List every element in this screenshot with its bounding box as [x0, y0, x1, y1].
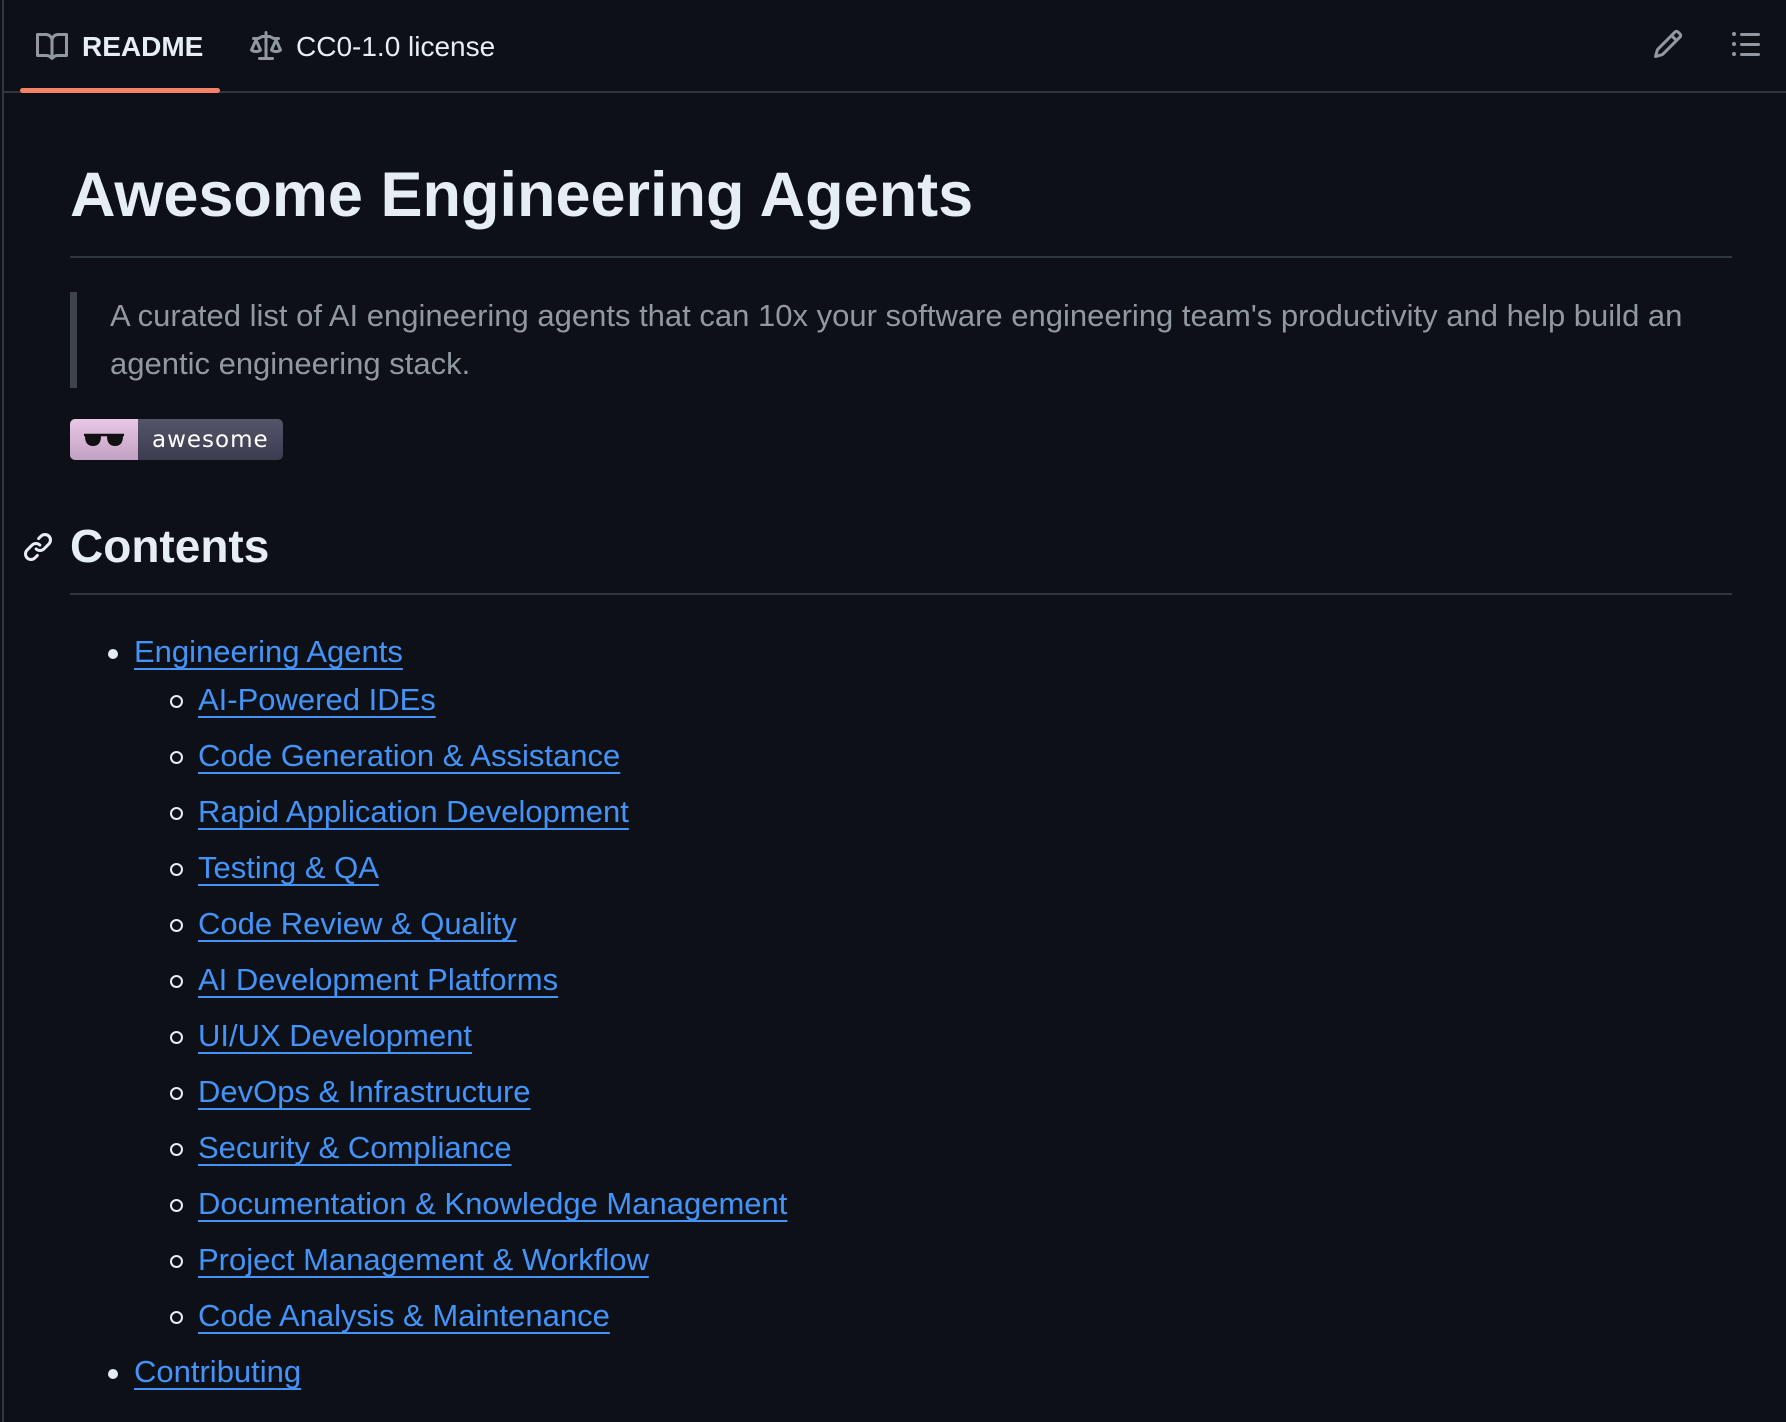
description-blockquote: A curated list of AI engineering agents …: [70, 292, 1732, 388]
toc-subitem: Code Review & Quality: [134, 900, 1670, 948]
tab-license-label: CC0-1.0 license: [296, 30, 496, 62]
toc-link-security[interactable]: Security & Compliance: [198, 1130, 512, 1165]
edit-file-button[interactable]: [1648, 26, 1688, 66]
tab-readme[interactable]: README: [36, 0, 203, 93]
toc-subitem: AI-Powered IDEs: [134, 676, 1670, 724]
toc-subitem: Rapid Application Development: [134, 788, 1670, 836]
list-unordered-icon: [1730, 28, 1762, 65]
toc-subitem: AI Development Platforms: [134, 956, 1670, 1004]
toc-subitem: UI/UX Development: [134, 1012, 1670, 1060]
toc-item-contributing: Contributing: [70, 1348, 1670, 1396]
toc-subitem: Project Management & Workflow: [134, 1236, 1670, 1284]
link-icon: [22, 532, 54, 567]
toc-subitem: Security & Compliance: [134, 1124, 1670, 1172]
contents-anchor-link[interactable]: [22, 531, 54, 563]
toc-item-engineering-agents: Engineering Agents AI-Powered IDEs Code …: [70, 628, 1670, 1340]
book-icon: [36, 31, 69, 63]
toc-link-code-review[interactable]: Code Review & Quality: [198, 906, 517, 941]
contents-heading: Contents: [70, 520, 270, 572]
outline-button[interactable]: [1726, 26, 1766, 66]
awesome-badge[interactable]: awesome: [70, 419, 283, 460]
awesome-badge-label: awesome: [138, 419, 283, 460]
toc-subitem: Documentation & Knowledge Management: [134, 1180, 1670, 1228]
toc-link-project-management[interactable]: Project Management & Workflow: [198, 1242, 649, 1277]
toc-link-ai-dev-platforms[interactable]: AI Development Platforms: [198, 962, 558, 997]
active-tab-indicator: [20, 88, 220, 93]
toc-link-rapid-app-dev[interactable]: Rapid Application Development: [198, 794, 629, 829]
toc-subitem: Code Analysis & Maintenance: [134, 1292, 1670, 1340]
contents-divider: [70, 593, 1732, 595]
toc-subitem: DevOps & Infrastructure: [134, 1068, 1670, 1116]
table-of-contents: Engineering Agents AI-Powered IDEs Code …: [70, 628, 1670, 1396]
toc-link-code-generation[interactable]: Code Generation & Assistance: [198, 738, 620, 773]
readme-panel: README CC0-1.0 license Awesome Engineeri…: [2, 0, 1786, 1422]
law-scale-icon: [250, 30, 282, 63]
toc-link-ai-powered-ides[interactable]: AI-Powered IDEs: [198, 682, 436, 717]
toc-link-documentation[interactable]: Documentation & Knowledge Management: [198, 1186, 787, 1221]
toc-subitem: Testing & QA: [134, 844, 1670, 892]
toc-link-engineering-agents[interactable]: Engineering Agents: [134, 634, 403, 669]
sunglasses-icon: [70, 419, 138, 460]
pencil-icon: [1652, 28, 1684, 65]
toc-link-devops[interactable]: DevOps & Infrastructure: [198, 1074, 531, 1109]
toc-link-ui-ux[interactable]: UI/UX Development: [198, 1018, 472, 1053]
toc-link-code-analysis[interactable]: Code Analysis & Maintenance: [198, 1298, 610, 1333]
toc-link-contributing[interactable]: Contributing: [134, 1354, 301, 1389]
page-title: Awesome Engineering Agents: [70, 160, 974, 230]
tab-license[interactable]: CC0-1.0 license: [250, 0, 495, 93]
toc-sublist: AI-Powered IDEs Code Generation & Assist…: [134, 676, 1670, 1340]
tab-readme-label: README: [82, 30, 204, 62]
readme-tab-bar: README CC0-1.0 license: [4, 0, 1786, 93]
title-divider: [70, 256, 1732, 258]
toc-subitem: Code Generation & Assistance: [134, 732, 1670, 780]
toc-link-testing-qa[interactable]: Testing & QA: [198, 850, 379, 885]
